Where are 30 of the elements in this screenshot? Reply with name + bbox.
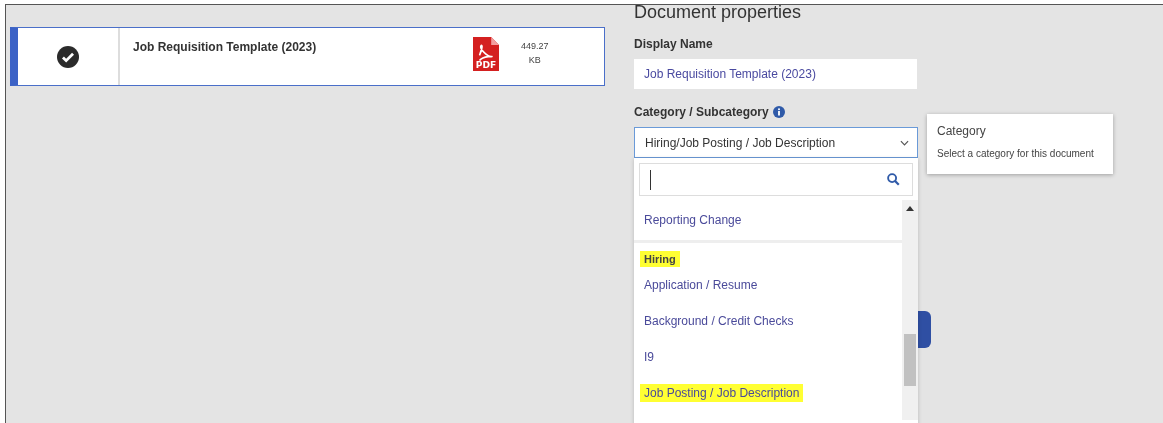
dropdown-option-row[interactable]: Application / Resume xyxy=(634,267,902,303)
dropdown-option[interactable]: Background / Credit Checks xyxy=(644,314,794,328)
group-header: Hiring xyxy=(640,251,680,267)
scrollbar-thumb[interactable] xyxy=(904,334,916,386)
category-select[interactable]: Hiring/Job Posting / Job Description xyxy=(634,127,918,158)
dropdown-option-row[interactable]: I9 xyxy=(634,339,902,375)
file-name: Job Requisition Template (2023) xyxy=(133,40,318,54)
section-heading: Document properties xyxy=(634,5,802,23)
scroll-up-icon[interactable] xyxy=(906,206,914,211)
file-row[interactable]: Job Requisition Template (2023) PDF 449.27 KB xyxy=(10,27,605,86)
display-name-field[interactable]: Job Requisition Template (2023) xyxy=(634,59,917,89)
dropdown-option[interactable]: Job Posting / Job Description xyxy=(640,384,804,402)
search-field[interactable] xyxy=(639,163,913,196)
dropdown-option[interactable]: I9 xyxy=(644,350,654,364)
dropdown-option-row[interactable]: Job Posting / Job Description xyxy=(634,375,902,411)
dropdown-option-row[interactable]: Background / Credit Checks xyxy=(634,303,902,339)
check-circle-icon xyxy=(57,45,79,68)
dropdown-option[interactable]: Reporting Change xyxy=(644,213,742,227)
tooltip-title: Category xyxy=(937,124,987,138)
info-icon[interactable] xyxy=(772,106,785,118)
field-label: Display Name xyxy=(634,37,713,51)
tooltip-text: Select a category for this document xyxy=(937,148,1095,159)
field-label: Category / Subcategory xyxy=(634,105,769,119)
chevron-down-icon xyxy=(900,139,909,146)
dropdown-option[interactable]: Application / Resume xyxy=(644,278,758,292)
file-size-unit: KB xyxy=(528,55,541,65)
search-icon xyxy=(887,173,900,186)
scrollbar[interactable] xyxy=(902,200,918,420)
pdf-file-icon: PDF xyxy=(473,37,499,71)
file-size: 449.27 xyxy=(521,41,549,51)
